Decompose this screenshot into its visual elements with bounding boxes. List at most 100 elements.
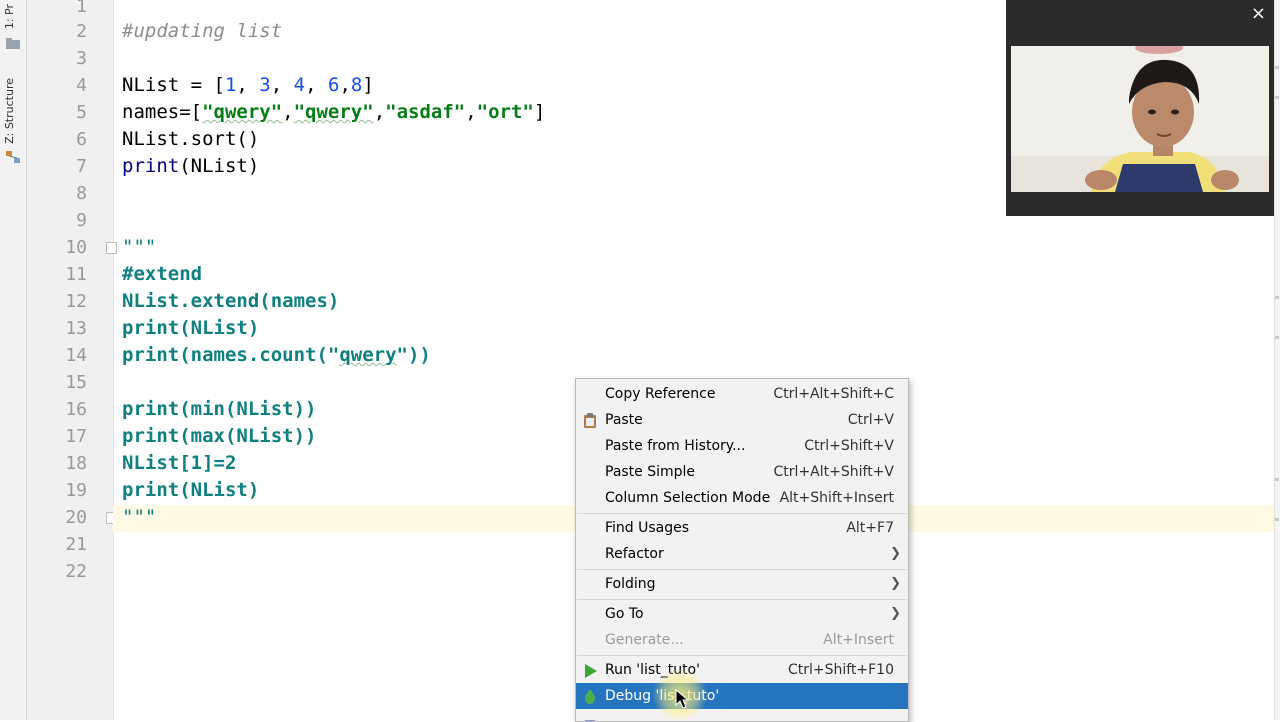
line-number: 17 [65,426,87,447]
editor-context-menu: Copy Reference Ctrl+Alt+Shift+C Paste Ct… [575,378,909,722]
menu-item-shortcut: Alt+Insert [823,632,894,648]
menu-item-label: Generate... [605,632,684,648]
number-literal: 1 [224,74,237,96]
menu-item-generate[interactable]: Generate... Alt+Insert [576,627,908,653]
line-number: 1 [76,0,87,17]
error-stripe-mark[interactable] [1275,66,1279,69]
submenu-arrow-icon: ❯ [890,576,901,591]
menu-item-shortcut: Ctrl+Alt+Shift+C [773,386,894,402]
menu-separator [577,655,907,656]
line-number: 6 [76,129,87,150]
menu-item-shortcut: Ctrl+Shift+F10 [787,662,894,678]
menu-item-label: Refactor [605,546,664,562]
menu-item-folding[interactable]: Folding ❯ [576,571,908,597]
menu-item-label: Column Selection Mode [605,490,771,506]
code-token: ] [362,74,374,96]
menu-item-copy-reference[interactable]: Copy Reference Ctrl+Alt+Shift+C [576,381,908,407]
project-tool-tab[interactable]: 1: Pr [3,4,16,29]
code-token: , [465,101,477,123]
editor-scrollbar[interactable] [1274,0,1280,720]
string-literal: "qwery" [293,101,374,123]
menu-item-paste[interactable]: Paste Ctrl+V [576,407,908,433]
submenu-arrow-icon: ❯ [890,546,901,561]
line-number: 2 [76,21,87,42]
code-token: , [236,74,260,96]
code-token: ")) [396,344,431,366]
menu-item-find-usages[interactable]: Find Usages Alt+F7 [576,515,908,541]
code-line-2[interactable]: #updating list [122,18,282,45]
code-token: print(names.count(" [122,344,340,366]
structure-icon [6,148,20,163]
line-number: 10 [65,237,87,258]
code-line-13[interactable]: print(NList) [122,315,259,342]
tool-window-strip: 1: Pr Z: Structure [0,0,27,720]
menu-item-label: Copy Reference [605,386,716,402]
menu-item-shortcut: Alt+F7 [846,520,894,536]
builtin-function: print [122,155,180,177]
close-icon[interactable]: × [1251,4,1266,24]
code-line-7[interactable]: print(NList) [122,153,259,180]
error-stripe-mark[interactable] [1275,296,1279,299]
fold-marker[interactable] [106,242,117,254]
menu-item-partial[interactable] [576,709,908,721]
project-folder-icon [6,34,20,49]
menu-item-paste-simple[interactable]: Paste Simple Ctrl+Alt+Shift+V [576,459,908,485]
code-line-20[interactable]: """ [122,504,156,531]
line-number: 12 [65,291,87,312]
code-token: qwery [339,344,397,366]
code-token: , [339,74,351,96]
menu-item-label: Paste from History... [605,438,746,454]
menu-item-label: Paste [605,412,643,428]
menu-separator [577,569,907,570]
menu-item-column-selection-mode[interactable]: Column Selection Mode Alt+Shift+Insert [576,485,908,511]
code-line-17[interactable]: print(max(NList)) [122,423,316,450]
line-number: 22 [65,561,87,582]
code-line-11[interactable]: #extend [122,261,202,288]
menu-separator [577,513,907,514]
number-literal: 8 [350,74,363,96]
error-stripe-mark[interactable] [1275,518,1279,521]
menu-item-debug[interactable]: Debug 'list_tuto' [576,683,908,709]
menu-item-paste-from-history[interactable]: Paste from History... Ctrl+Shift+V [576,433,908,459]
line-number: 8 [76,183,87,204]
code-line-14[interactable]: print(names.count("qwery")) [122,342,431,369]
code-line-19[interactable]: print(NList) [122,477,259,504]
code-token: , [270,74,294,96]
code-line-18[interactable]: NList[1]=2 [122,450,236,477]
code-line-4[interactable]: NList = [1, 3, 4, 6,8] [122,72,374,99]
code-token: , [305,74,328,96]
error-stripe-mark[interactable] [1275,336,1279,339]
clipboard-icon [582,412,598,428]
menu-item-shortcut: Alt+Shift+Insert [779,490,894,506]
menu-item-run[interactable]: Run 'list_tuto' Ctrl+Shift+F10 [576,657,908,683]
debug-icon [582,688,598,704]
code-token: ] [533,101,546,123]
code-line-6[interactable]: NList.sort() [122,126,259,153]
code-line-10[interactable]: """ [122,234,156,261]
line-number: 21 [65,534,87,555]
menu-item-label: Paste Simple [605,464,696,480]
structure-tool-tab[interactable]: Z: Structure [3,78,16,144]
error-stripe-mark[interactable] [1275,96,1279,99]
webcam-overlay: × [1006,0,1274,216]
menu-item-refactor[interactable]: Refactor ❯ [576,541,908,567]
menu-item-shortcut: Ctrl+Shift+V [804,438,894,454]
string-literal: "qwery" [202,101,283,123]
line-number: 16 [65,399,87,420]
editor-gutter: 1 2 3 4 5 6 7 8 9 10 11 12 13 14 15 16 1… [27,0,117,720]
webcam-feed [1011,46,1269,192]
menu-item-label: Folding [605,576,656,592]
menu-item-go-to[interactable]: Go To ❯ [576,601,908,627]
submenu-arrow-icon: ❯ [890,606,901,621]
string-literal: "asdaf" [385,101,466,123]
error-stripe-mark[interactable] [1275,478,1279,481]
menu-separator [577,599,907,600]
file-icon [582,714,598,721]
line-number: 11 [65,264,87,285]
menu-item-label: Go To [605,606,644,622]
code-line-5[interactable]: names=["qwery","qwery","asdaf","ort"] [122,99,545,126]
code-token: , [373,101,386,123]
code-line-12[interactable]: NList.extend(names) [122,288,339,315]
code-line-16[interactable]: print(min(NList)) [122,396,316,423]
code-token: , [282,101,294,123]
